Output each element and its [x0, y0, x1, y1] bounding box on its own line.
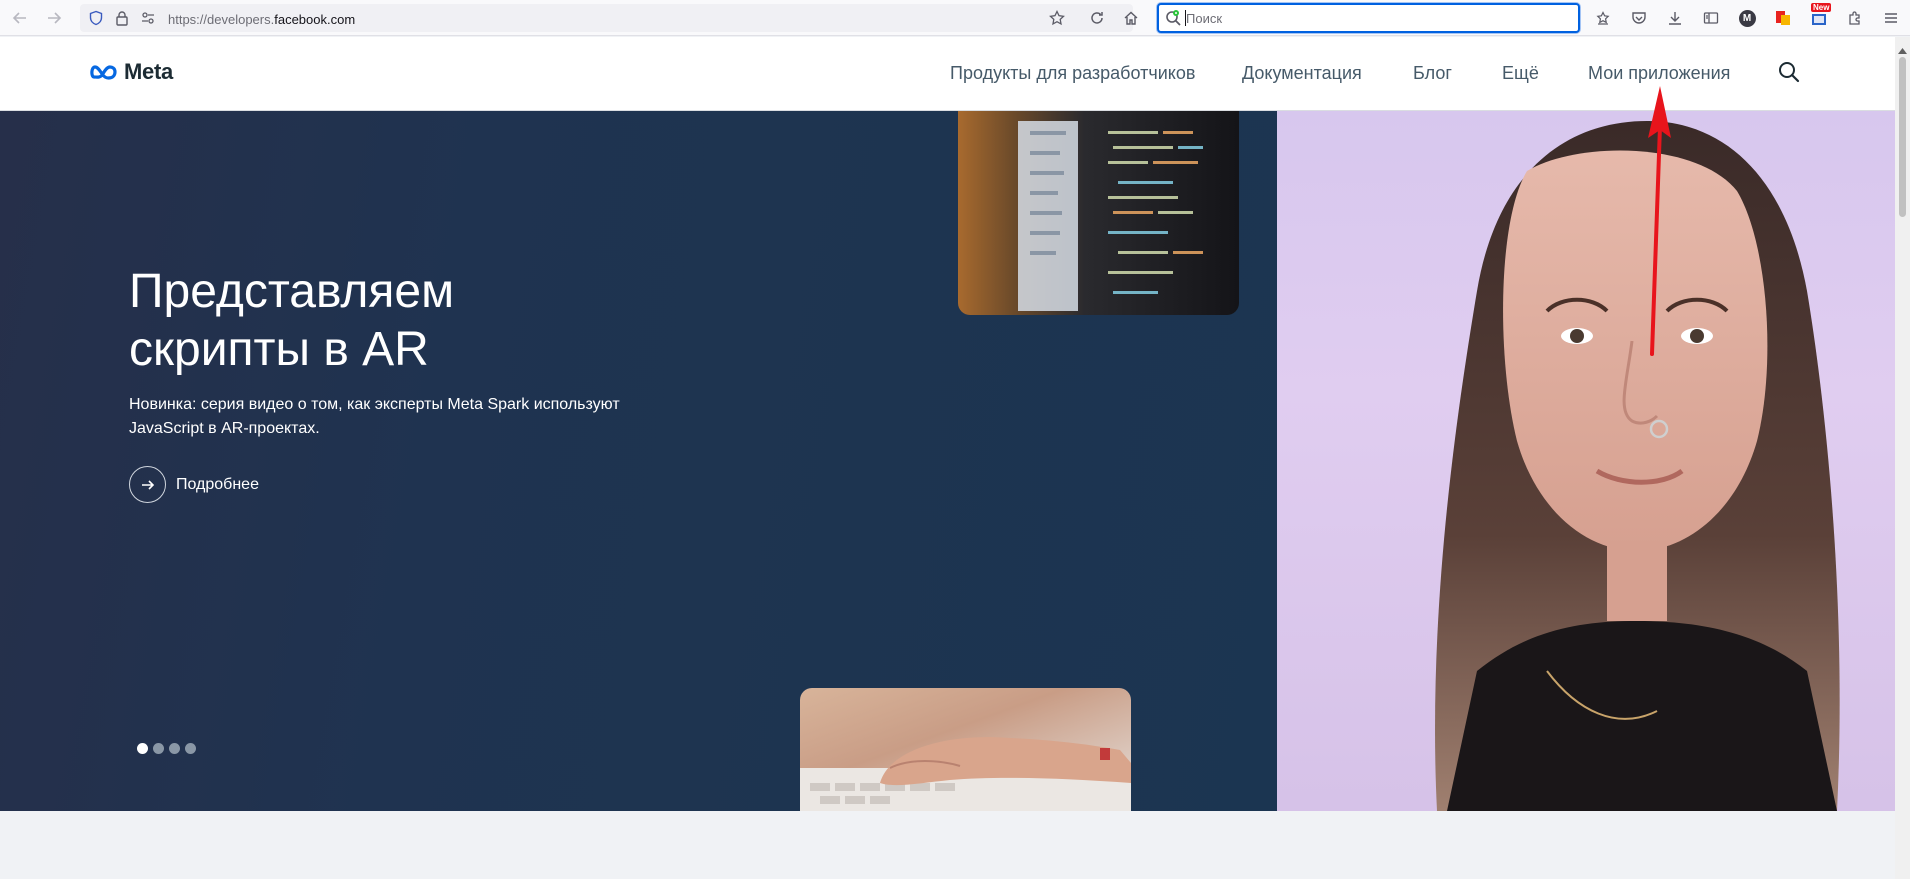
lock-icon[interactable]	[110, 6, 134, 30]
carousel-dot-3[interactable]	[169, 743, 180, 754]
arrow-right-icon	[129, 466, 166, 503]
logo-text: Meta	[124, 59, 173, 84]
presenter-photo	[1277, 111, 1895, 811]
url-text: https://developers.facebook.com	[168, 12, 356, 27]
page-scrollbar[interactable]	[1895, 37, 1910, 879]
nav-more[interactable]: Ещё	[1502, 63, 1539, 84]
carousel-pagination	[137, 743, 196, 754]
reload-icon[interactable]	[1085, 6, 1109, 30]
nav-developer-products[interactable]: Продукты для разработчиков	[950, 63, 1195, 84]
hero-title: Представляем скрипты в AR	[129, 265, 455, 376]
meta-logo[interactable]: Meta	[90, 59, 173, 85]
browser-window: https://developers.facebook.com Поиск M …	[0, 0, 1910, 879]
pocket-icon[interactable]	[1627, 6, 1651, 30]
bookmark-star-icon[interactable]	[1045, 6, 1069, 30]
nav-blog[interactable]: Блог	[1413, 63, 1452, 84]
site-search-icon[interactable]	[1777, 60, 1801, 89]
browser-toolbar: https://developers.facebook.com Поиск M …	[0, 0, 1910, 36]
scrollbar-thumb[interactable]	[1899, 57, 1906, 217]
forward-icon[interactable]	[42, 6, 66, 30]
carousel-dot-2[interactable]	[153, 743, 164, 754]
news-extension-icon[interactable]: New	[1807, 3, 1832, 30]
carousel-dot-1[interactable]	[137, 743, 148, 754]
learn-more-label: Подробнее	[176, 475, 259, 493]
nav-my-apps[interactable]: Мои приложения	[1588, 63, 1730, 84]
hero-subtitle: Новинка: серия видео о том, как эксперты…	[129, 396, 620, 437]
hero-carousel: Представляем скрипты в AR Новинка: серия…	[0, 111, 1277, 811]
nav-documentation[interactable]: Документация	[1242, 63, 1362, 84]
permissions-icon[interactable]	[136, 6, 160, 30]
learn-more-button[interactable]: Подробнее	[129, 466, 259, 503]
extension-icon[interactable]	[1771, 6, 1795, 30]
search-placeholder: Поиск	[1186, 11, 1223, 26]
extensions-puzzle-icon[interactable]	[1843, 6, 1867, 30]
keyboard-hand-image	[800, 688, 1131, 811]
sidebar-icon[interactable]	[1699, 6, 1723, 30]
carousel-dot-4[interactable]	[185, 743, 196, 754]
new-badge: New	[1811, 3, 1832, 12]
menu-hamburger-icon[interactable]	[1879, 6, 1903, 30]
downloads-icon[interactable]	[1663, 6, 1687, 30]
synced-tabs-icon[interactable]	[1591, 6, 1615, 30]
address-bar[interactable]: https://developers.facebook.com	[80, 4, 1138, 32]
back-icon[interactable]	[8, 6, 32, 30]
meta-infinity-icon	[90, 65, 117, 80]
browser-search-box[interactable]: Поиск	[1157, 3, 1580, 33]
site-header: Meta Продукты для разработчиков Документ…	[0, 37, 1895, 111]
tracking-shield-icon[interactable]	[84, 6, 108, 30]
account-avatar[interactable]: M	[1735, 6, 1759, 30]
page-background	[0, 811, 1895, 879]
home-icon[interactable]	[1119, 6, 1143, 30]
annotation-arrow	[1648, 86, 1671, 356]
code-screen-image	[958, 111, 1239, 315]
search-engine-icon	[1165, 9, 1183, 32]
